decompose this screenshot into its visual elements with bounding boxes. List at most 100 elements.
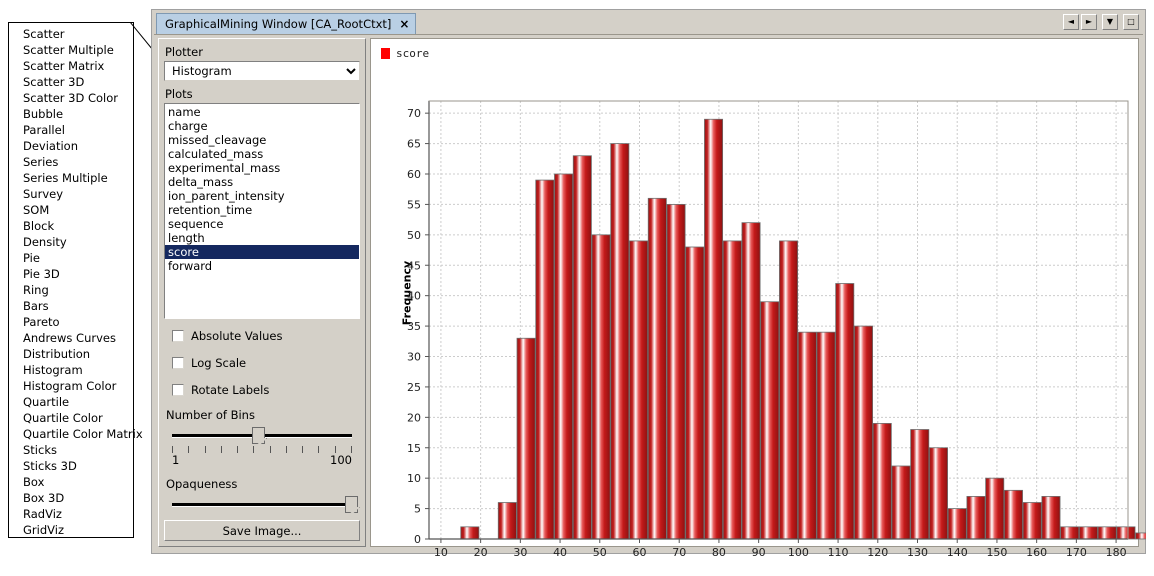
plot-type-item[interactable]: Scatter 3D Color [9,90,133,106]
plot-type-item[interactable]: Deviation [9,138,133,154]
plot-type-item[interactable]: Sticks 3D [9,458,133,474]
plotter-select[interactable]: Histogram [164,61,360,81]
histogram-bar [704,119,722,539]
x-tick-label: 100 [788,546,809,559]
y-tick-label: 15 [407,442,421,455]
x-tick-label: 160 [1026,546,1047,559]
checkbox-icon[interactable] [172,330,184,342]
tab-graphical-mining[interactable]: GraphicalMining Window [CA_RootCtxt] × [156,13,416,34]
checkbox-row[interactable]: Absolute Values [172,326,360,346]
bins-max-label: 100 [330,453,352,467]
checkbox-label: Rotate Labels [191,383,269,397]
plot-type-item[interactable]: Andrews Curves [9,330,133,346]
y-tick-label: 60 [407,168,421,181]
plot-type-item[interactable]: Pie [9,250,133,266]
x-tick-label: 20 [474,546,488,559]
x-tick-label: 120 [867,546,888,559]
histogram-bar [667,204,685,539]
x-tick-label: 50 [593,546,607,559]
plots-list-item[interactable]: charge [165,119,359,133]
plot-type-item[interactable]: Ring [9,282,133,298]
plot-type-item[interactable]: Scatter Matrix [9,58,133,74]
plots-list-item[interactable]: retention_time [165,203,359,217]
plot-type-item[interactable]: Parallel [9,122,133,138]
plot-type-item[interactable]: Histogram [9,362,133,378]
plot-type-item[interactable]: Series Multiple [9,170,133,186]
plots-list-item[interactable]: sequence [165,217,359,231]
prev-tab-button[interactable]: ◄ [1063,14,1079,30]
plot-type-item[interactable]: Distribution [9,346,133,362]
plot-type-item[interactable]: GridViz [9,522,133,538]
histogram-plot: 0510152025303540455055606570102030405060… [371,39,1138,546]
plots-list-item[interactable]: missed_cleavage [165,133,359,147]
x-tick-label: 170 [1066,546,1087,559]
plot-type-item[interactable]: Pie 3D [9,266,133,282]
plot-type-item[interactable]: Bubble [9,106,133,122]
plots-list[interactable]: namechargemissed_cleavagecalculated_mass… [164,103,360,319]
histogram-bar [967,496,985,539]
plot-type-item[interactable]: Scatter 3D [9,74,133,90]
plots-label: Plots [165,87,360,101]
controls-panel: Plotter Histogram Plots namechargemissed… [158,38,366,547]
histogram-bar [1023,503,1041,540]
restore-window-button[interactable]: □ [1123,14,1139,30]
plots-list-item[interactable]: forward [165,259,359,273]
bins-slider[interactable]: 1 100 [168,425,356,465]
y-tick-label: 55 [407,198,421,211]
plots-list-item[interactable]: length [165,231,359,245]
y-tick-label: 50 [407,229,421,242]
plot-type-item[interactable]: Box 3D [9,490,133,506]
opaqueness-slider[interactable] [168,494,356,516]
plot-type-item[interactable]: Pareto [9,314,133,330]
plot-type-item[interactable]: Quartile Color [9,410,133,426]
checkbox-icon[interactable] [172,357,184,369]
y-tick-label: 20 [407,411,421,424]
checkbox-icon[interactable] [172,384,184,396]
plot-type-item[interactable]: Scatter [9,26,133,42]
histogram-bar [686,247,704,539]
checkbox-row[interactable]: Log Scale [172,353,360,373]
plot-type-list[interactable]: ScatterScatter MultipleScatter MatrixSca… [8,22,134,538]
plot-type-item[interactable]: Sticks [9,442,133,458]
plot-type-item[interactable]: RadViz [9,506,133,522]
histogram-bar [948,509,966,539]
x-tick-label: 80 [712,546,726,559]
plot-type-item[interactable]: Bars [9,298,133,314]
bins-slider-ticks [172,446,352,453]
opaqueness-slider-track [172,503,352,507]
histogram-bar [798,332,816,539]
plot-type-item[interactable]: SOM [9,202,133,218]
plots-list-item[interactable]: delta_mass [165,175,359,189]
bins-slider-thumb[interactable] [252,427,265,444]
plots-list-item[interactable]: score [165,245,359,259]
x-tick-label: 130 [907,546,928,559]
y-tick-label: 35 [407,320,421,333]
checkbox-row[interactable]: Rotate Labels [172,380,360,400]
plots-list-item[interactable]: name [165,105,359,119]
tab-dropdown-button[interactable]: ▼ [1102,14,1118,30]
plots-list-item[interactable]: ion_parent_intensity [165,189,359,203]
window-buttons: ◄ ► ▼ □ [1063,14,1139,30]
opaqueness-slider-thumb[interactable] [345,496,358,513]
y-tick-label: 65 [407,138,421,151]
plot-type-item[interactable]: Series [9,154,133,170]
histogram-bar [1117,527,1135,539]
save-image-button[interactable]: Save Image... [164,520,360,541]
plots-list-item[interactable]: experimental_mass [165,161,359,175]
histogram-bar [742,223,760,539]
plots-list-item[interactable]: calculated_mass [165,147,359,161]
plot-type-item[interactable]: Box [9,474,133,490]
plot-type-item[interactable]: Scatter Multiple [9,42,133,58]
plot-type-item[interactable]: Survey [9,186,133,202]
next-tab-button[interactable]: ► [1081,14,1097,30]
histogram-bar [761,302,779,539]
y-tick-label: 70 [407,107,421,120]
plot-type-item[interactable]: Histogram Color [9,378,133,394]
x-tick-label: 110 [828,546,849,559]
plot-type-item[interactable]: Quartile [9,394,133,410]
close-icon[interactable]: × [399,18,409,30]
plot-type-item[interactable]: Block [9,218,133,234]
plot-type-item[interactable]: Quartile Color Matrix [9,426,133,442]
plot-type-item[interactable]: Density [9,234,133,250]
bins-range: 1 100 [172,453,352,467]
